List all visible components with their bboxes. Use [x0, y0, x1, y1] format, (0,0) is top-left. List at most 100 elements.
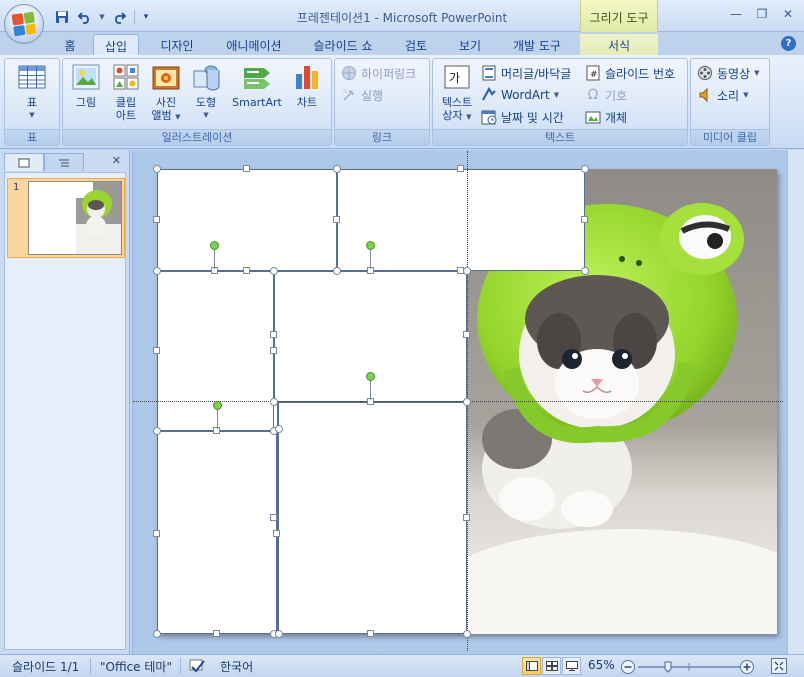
chart-button[interactable]: 차트 — [287, 62, 327, 109]
resize-handle[interactable] — [153, 630, 161, 638]
smartart-button[interactable]: SmartArt — [231, 62, 283, 109]
minimize-icon[interactable]: — — [724, 4, 748, 24]
tab-review[interactable]: 검토 — [394, 34, 438, 55]
movie-button[interactable]: 동영상 ▼ — [697, 63, 760, 83]
tab-slide-show[interactable]: 슬라이드 쇼 — [302, 34, 384, 55]
tab-animations[interactable]: 애니메이션 — [214, 34, 294, 55]
resize-handle[interactable] — [153, 216, 160, 223]
textbox-dropdown-icon: ▼ — [466, 113, 472, 121]
zoom-level[interactable]: 65% — [588, 658, 615, 672]
resize-handle[interactable] — [273, 530, 280, 537]
resize-handle[interactable] — [581, 216, 588, 223]
tab-design[interactable]: 디자인 — [150, 34, 204, 55]
close-icon[interactable]: ✕ — [776, 4, 800, 24]
photo-album-button[interactable]: 사진 앨범 ▼ — [147, 62, 185, 124]
slide-show-view-icon[interactable] — [562, 657, 581, 675]
group-text: 가 텍스트 상자 ▼ 머리글/바닥글 WordArt ▼ 날짜 및 시간 # 슬… — [432, 58, 688, 146]
vertical-scrollbar[interactable] — [787, 150, 804, 654]
rotation-handle[interactable] — [366, 241, 375, 250]
rectangle-shape-2[interactable] — [337, 169, 585, 271]
horizontal-guide[interactable] — [133, 401, 783, 402]
tab-view[interactable]: 보기 — [448, 34, 492, 55]
rotation-handle[interactable] — [366, 372, 375, 381]
resize-handle[interactable] — [463, 267, 471, 275]
shapes-button[interactable]: 도형 ▼ — [187, 62, 225, 122]
photo-album-icon — [151, 62, 181, 92]
resize-handle[interactable] — [153, 530, 160, 537]
slide-sorter-view-icon[interactable] — [542, 657, 561, 675]
resize-handle[interactable] — [243, 165, 250, 172]
resize-handle[interactable] — [367, 630, 374, 637]
clipart-button[interactable]: 클립 아트 — [107, 62, 145, 122]
resize-handle[interactable] — [463, 398, 471, 406]
tab-developer[interactable]: 개발 도구 — [502, 34, 572, 55]
fit-to-window-icon[interactable] — [770, 657, 788, 677]
group-label-links: 링크 — [335, 129, 429, 145]
spell-check-icon[interactable] — [188, 658, 206, 677]
textbox-button[interactable]: 가 텍스트 상자 ▼ — [437, 62, 477, 124]
resize-handle[interactable] — [463, 514, 470, 521]
resize-handle[interactable] — [457, 165, 464, 172]
sound-button[interactable]: 소리 ▼ — [697, 85, 748, 105]
action-button[interactable]: 실행 — [341, 85, 383, 105]
pane-close-icon[interactable]: ✕ — [112, 154, 121, 167]
table-button[interactable]: 표 ▼ — [13, 62, 51, 122]
status-bar: 슬라이드 1/1 "Office 테마" 한국어 65% — [0, 654, 804, 677]
object-icon — [585, 109, 601, 125]
resize-handle[interactable] — [581, 267, 589, 275]
header-footer-button[interactable]: 머리글/바닥글 — [481, 63, 571, 83]
resize-handle[interactable] — [270, 398, 278, 406]
resize-handle[interactable] — [213, 630, 220, 637]
clipart-icon — [111, 62, 141, 92]
tab-home[interactable]: 홈 — [56, 34, 84, 55]
tab-insert[interactable]: 삽입 — [93, 34, 139, 55]
resize-handle[interactable] — [153, 267, 161, 275]
symbol-button[interactable]: Ω 기호 — [585, 85, 627, 105]
resize-handle[interactable] — [275, 630, 283, 638]
resize-handle[interactable] — [275, 425, 283, 433]
movie-label: 동영상 — [717, 66, 751, 81]
resize-handle[interactable] — [463, 630, 471, 638]
rotation-handle[interactable] — [213, 401, 222, 410]
zoom-slider[interactable] — [620, 659, 762, 675]
photo-album-label-text: 앨범 — [151, 109, 172, 122]
rectangle-shape-1[interactable] — [157, 169, 337, 271]
resize-handle[interactable] — [270, 331, 277, 338]
resize-handle[interactable] — [270, 347, 277, 354]
slide-number-button[interactable]: # 슬라이드 번호 — [585, 63, 675, 83]
picture-icon — [71, 62, 101, 92]
resize-handle[interactable] — [270, 514, 277, 521]
window-title: 프레젠테이션1 - Microsoft PowerPoint — [296, 11, 508, 25]
slide-canvas[interactable] — [133, 151, 783, 651]
hyperlink-button[interactable]: 하이퍼링크 — [341, 63, 416, 83]
resize-handle[interactable] — [153, 427, 161, 435]
resize-handle[interactable] — [270, 267, 278, 275]
object-button[interactable]: 개체 — [585, 107, 627, 127]
resize-handle[interactable] — [153, 165, 161, 173]
resize-handle[interactable] — [153, 347, 160, 354]
picture-button[interactable]: 그림 — [67, 62, 105, 109]
tab-format[interactable]: 서식 — [580, 34, 658, 55]
theme-status[interactable]: "Office 테마" — [100, 658, 172, 675]
restore-icon[interactable]: ❐ — [750, 4, 774, 24]
office-button[interactable] — [4, 4, 44, 44]
slides-tab-icon[interactable] — [4, 153, 44, 171]
rectangle-shape-5[interactable] — [157, 431, 277, 634]
language-status[interactable]: 한국어 — [220, 658, 253, 675]
normal-view-icon[interactable] — [522, 657, 541, 675]
rectangle-shape-6[interactable] — [277, 402, 467, 634]
resize-handle[interactable] — [333, 267, 341, 275]
slide-thumbnail-1[interactable]: 1 — [7, 178, 125, 258]
resize-handle[interactable] — [463, 331, 470, 338]
outline-tab-icon[interactable] — [44, 153, 84, 171]
resize-handle[interactable] — [333, 165, 341, 173]
wordart-button[interactable]: WordArt ▼ — [481, 85, 559, 105]
resize-handle[interactable] — [457, 267, 464, 274]
resize-handle[interactable] — [333, 216, 340, 223]
rotation-handle[interactable] — [210, 241, 219, 250]
wordart-label: WordArt — [501, 88, 550, 102]
datetime-button[interactable]: 날짜 및 시간 — [481, 107, 564, 127]
help-icon[interactable]: ? — [781, 36, 796, 51]
resize-handle[interactable] — [243, 267, 250, 274]
resize-handle[interactable] — [581, 165, 589, 173]
